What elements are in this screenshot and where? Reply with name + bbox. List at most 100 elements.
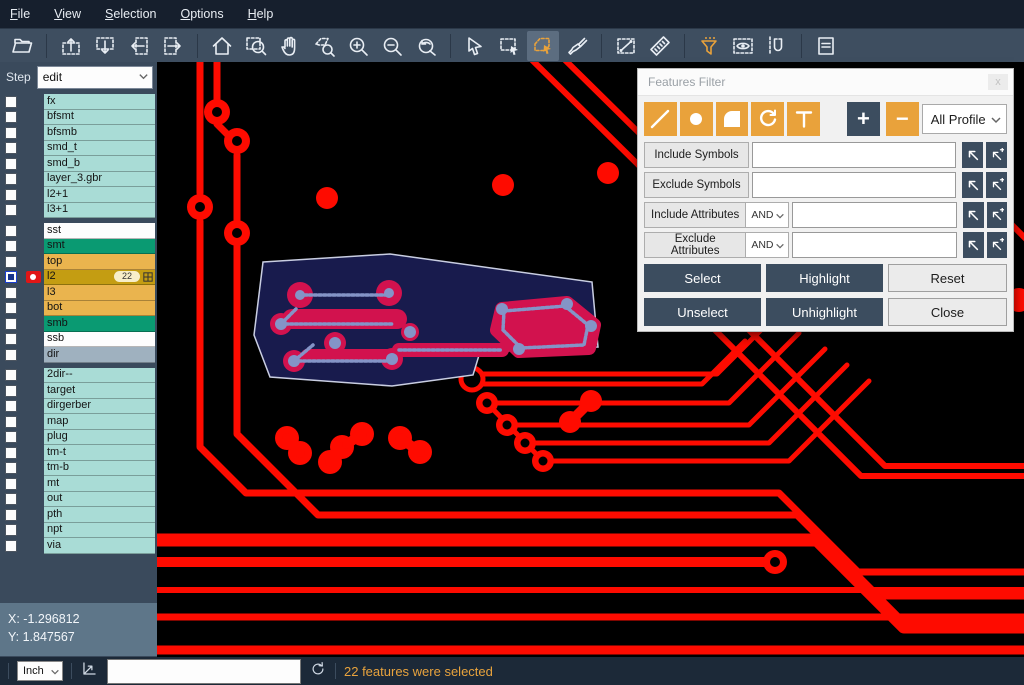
open-file-button[interactable] — [6, 31, 38, 61]
active-layer-indicator[interactable] — [26, 271, 41, 283]
layer-cell-smt[interactable]: smt — [44, 239, 155, 255]
view-selection-button[interactable] — [727, 31, 759, 61]
pick-add-symbol-button[interactable] — [986, 172, 1007, 198]
pick-add-attribute-button[interactable] — [987, 202, 1007, 228]
layer-checkbox-smd_b[interactable] — [5, 158, 17, 170]
layer-checkbox-dir[interactable] — [5, 349, 17, 361]
angle-measure-icon[interactable] — [80, 659, 99, 683]
layer-cell-mt[interactable]: mt — [44, 476, 155, 492]
layer-cell-layer_3.gbr[interactable]: layer_3.gbr — [44, 172, 155, 188]
measure-ruler-button[interactable] — [644, 31, 676, 61]
profile-select[interactable]: All Profile — [922, 104, 1007, 134]
include-symbols-input[interactable] — [752, 142, 956, 168]
layer-checkbox-smd_t[interactable] — [5, 142, 17, 154]
snap-magnet-button[interactable] — [761, 31, 793, 61]
layer-checkbox-dirgerber[interactable] — [5, 400, 17, 412]
pick-add-attribute-button[interactable] — [987, 232, 1007, 258]
filter-text-button[interactable] — [787, 102, 820, 136]
layer-cell-fx[interactable]: fx — [44, 94, 155, 110]
dialog-title-bar[interactable]: Features Filter x — [638, 69, 1013, 96]
close-button[interactable]: Close — [888, 298, 1007, 326]
filter-pad-button[interactable] — [680, 102, 713, 136]
measure-line-button[interactable] — [610, 31, 642, 61]
unselect-button[interactable]: Unselect — [644, 298, 761, 326]
pick-symbol-button[interactable] — [962, 172, 983, 198]
layer-checkbox-sst[interactable] — [5, 225, 17, 237]
layer-checkbox-tm-b[interactable] — [5, 462, 17, 474]
zoom-previous-button[interactable] — [410, 31, 442, 61]
exclude-attributes-and-select[interactable]: AND — [746, 232, 789, 258]
layer-cell-dir[interactable]: dir — [44, 347, 155, 363]
select-button[interactable]: Select — [644, 264, 761, 292]
layer-checkbox-bfsmb[interactable] — [5, 127, 17, 139]
layer-cell-dirgerber[interactable]: dirgerber — [44, 399, 155, 415]
layer-checkbox-out[interactable] — [5, 493, 17, 505]
reset-button[interactable]: Reset — [888, 264, 1007, 292]
refresh-icon[interactable] — [309, 660, 327, 683]
zoom-in-button[interactable] — [342, 31, 374, 61]
add-filter-button[interactable]: + — [847, 102, 880, 136]
layer-checkbox-smb[interactable] — [5, 318, 17, 330]
close-icon[interactable]: x — [988, 74, 1008, 90]
layer-cell-l3[interactable]: l3 — [44, 285, 155, 301]
layer-checkbox-layer_3.gbr[interactable] — [5, 173, 17, 185]
filter-arc-button[interactable] — [751, 102, 784, 136]
layer-cell-smd_b[interactable]: smd_b — [44, 156, 155, 172]
layer-cell-ssb[interactable]: ssb — [44, 332, 155, 348]
layer-checkbox-2dir--[interactable] — [5, 369, 17, 381]
remove-filter-button[interactable]: − — [886, 102, 919, 136]
layer-checkbox-pth[interactable] — [5, 509, 17, 521]
layer-cell-map[interactable]: map — [44, 414, 155, 430]
layer-checkbox-plug[interactable] — [5, 431, 17, 443]
layer-checkbox-via[interactable] — [5, 540, 17, 552]
layer-cell-2dir--[interactable]: 2dir-- — [44, 368, 155, 384]
menu-item-file[interactable]: File — [10, 7, 30, 21]
exclude-symbols-button[interactable]: Exclude Symbols — [644, 172, 749, 198]
step-select[interactable]: edit — [37, 66, 153, 89]
filter-line-button[interactable] — [644, 102, 677, 136]
include-attributes-button[interactable]: Include Attributes — [644, 202, 746, 228]
pan-left-button[interactable] — [123, 31, 155, 61]
pick-attribute-button[interactable] — [963, 232, 983, 258]
filter-surface-button[interactable] — [716, 102, 749, 136]
features-filter-button[interactable] — [693, 31, 725, 61]
layer-checkbox-npt[interactable] — [5, 524, 17, 536]
layer-checkbox-bfsmt[interactable] — [5, 111, 17, 123]
clear-brush-button[interactable] — [561, 31, 593, 61]
layer-cell-tm-b[interactable]: tm-b — [44, 461, 155, 477]
layer-checkbox-l3+1[interactable] — [5, 204, 17, 216]
layer-cell-smd_t[interactable]: smd_t — [44, 141, 155, 157]
exclude-attributes-button[interactable]: Exclude Attributes — [644, 232, 746, 258]
layer-checkbox-l3[interactable] — [5, 287, 17, 299]
layer-checkbox-tm-t[interactable] — [5, 447, 17, 459]
layer-checkbox-bot[interactable] — [5, 302, 17, 314]
pan-up-button[interactable] — [55, 31, 87, 61]
select-arrow-button[interactable] — [459, 31, 491, 61]
layer-cell-pth[interactable]: pth — [44, 507, 155, 523]
layer-cell-tm-t[interactable]: tm-t — [44, 445, 155, 461]
zoom-polygon-button[interactable] — [308, 31, 340, 61]
include-symbols-button[interactable]: Include Symbols — [644, 142, 749, 168]
layer-cell-bot[interactable]: bot — [44, 301, 155, 317]
report-button[interactable] — [810, 31, 842, 61]
unhighlight-button[interactable]: Unhighlight — [766, 298, 883, 326]
home-view-button[interactable] — [206, 31, 238, 61]
layer-checkbox-target[interactable] — [5, 385, 17, 397]
zoom-out-button[interactable] — [376, 31, 408, 61]
menu-item-help[interactable]: Help — [248, 7, 274, 21]
include-attributes-and-select[interactable]: AND — [746, 202, 789, 228]
layer-checkbox-mt[interactable] — [5, 478, 17, 490]
layer-cell-npt[interactable]: npt — [44, 523, 155, 539]
include-attributes-input[interactable] — [792, 202, 957, 228]
layer-checkbox-smt[interactable] — [5, 240, 17, 252]
menu-item-options[interactable]: Options — [180, 7, 223, 21]
zoom-window-button[interactable] — [240, 31, 272, 61]
layer-checkbox-ssb[interactable] — [5, 333, 17, 345]
menu-item-selection[interactable]: Selection — [105, 7, 156, 21]
grid-icon[interactable] — [143, 272, 153, 282]
pan-hand-button[interactable] — [274, 31, 306, 61]
layer-cell-target[interactable]: target — [44, 383, 155, 399]
pick-attribute-button[interactable] — [963, 202, 983, 228]
select-polygon-button[interactable] — [527, 31, 559, 61]
layer-cell-smb[interactable]: smb — [44, 316, 155, 332]
